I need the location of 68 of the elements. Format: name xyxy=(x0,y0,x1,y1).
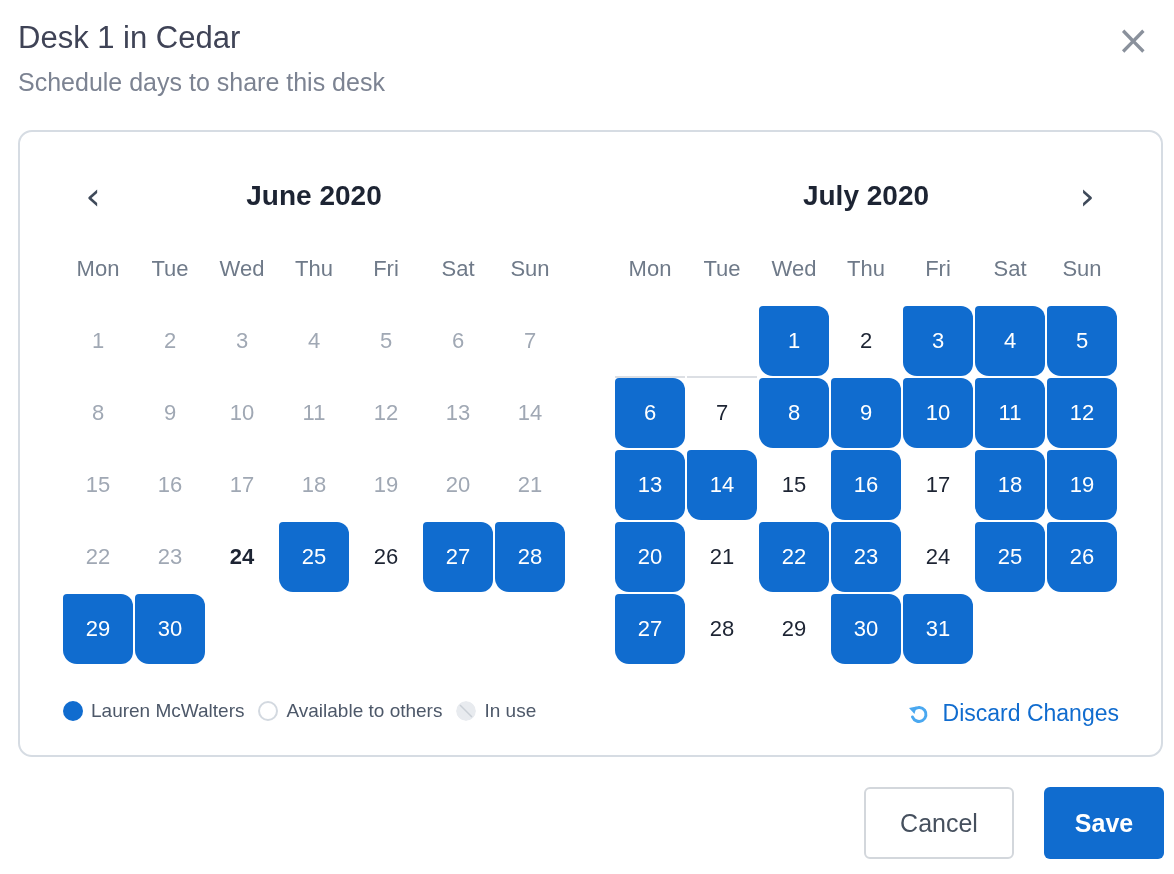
day-cell[interactable]: 29 xyxy=(759,594,829,664)
weekday-label: Mon xyxy=(627,255,673,283)
weekday-label: Sun xyxy=(1061,255,1103,283)
day-cell[interactable]: 28 xyxy=(687,594,757,664)
weekday-label: Fri xyxy=(372,255,400,283)
day-cell[interactable]: 9 xyxy=(831,378,901,448)
cancel-button[interactable]: Cancel xyxy=(864,787,1014,859)
weekday-label: Thu xyxy=(294,255,334,283)
legend-dot-icon xyxy=(63,700,83,721)
weekday-label: Mon xyxy=(75,255,121,283)
hatched-circle-icon xyxy=(456,700,477,721)
day-cell[interactable]: 31 xyxy=(903,594,973,664)
day-cell[interactable]: 15 xyxy=(759,450,829,520)
weekday-label: Wed xyxy=(218,255,266,283)
day-cell[interactable]: 13 xyxy=(615,450,685,520)
day-cell[interactable]: 30 xyxy=(135,594,205,664)
weekday-label: Sun xyxy=(509,255,551,283)
weekday-label: Thu xyxy=(846,255,886,283)
day-cell[interactable]: 18 xyxy=(975,450,1045,520)
dialog-subtitle: Schedule days to share this desk xyxy=(18,67,385,98)
day-cell[interactable]: 11 xyxy=(975,378,1045,448)
weekday-label: Sat xyxy=(440,255,476,283)
day-cell[interactable]: 2 xyxy=(831,306,901,376)
day-cell[interactable]: 8 xyxy=(759,378,829,448)
day-cell[interactable]: 23 xyxy=(831,522,901,592)
day-cell[interactable]: 27 xyxy=(615,594,685,664)
weekday-label: Tue xyxy=(150,255,190,283)
day-cell[interactable]: 6 xyxy=(615,378,685,448)
day-cell[interactable]: 5 xyxy=(1047,306,1117,376)
day-cell[interactable]: 14 xyxy=(687,450,757,520)
day-cell[interactable]: 1 xyxy=(759,306,829,376)
day-cell[interactable]: 30 xyxy=(831,594,901,664)
day-cell[interactable]: 19 xyxy=(1047,450,1117,520)
legend-label: In use xyxy=(484,699,537,722)
discard-changes-button[interactable]: Discard Changes xyxy=(906,700,1119,727)
day-cell[interactable]: 12 xyxy=(1047,378,1117,448)
day-cell[interactable]: 4 xyxy=(975,306,1045,376)
day-cell[interactable]: 24 xyxy=(207,522,277,592)
weekday-label: Wed xyxy=(770,255,818,283)
day-cell[interactable]: 29 xyxy=(63,594,133,664)
previous-month-button[interactable]: ‹ xyxy=(63,174,123,218)
day-cell[interactable]: 7 xyxy=(687,378,757,448)
day-cell[interactable]: 26 xyxy=(351,522,421,592)
weekday-label: Tue xyxy=(702,255,742,283)
legend-label: Available to others xyxy=(286,699,443,722)
day-cell[interactable]: 20 xyxy=(615,522,685,592)
day-cell[interactable]: 24 xyxy=(903,522,973,592)
month-title: July 2020 xyxy=(802,180,930,212)
day-cell[interactable]: 27 xyxy=(423,522,493,592)
day-cell[interactable]: 21 xyxy=(687,522,757,592)
day-cell[interactable]: 10 xyxy=(903,378,973,448)
next-month-button[interactable]: › xyxy=(1057,174,1117,218)
weekday-label: Sat xyxy=(992,255,1028,283)
dialog-title: Desk 1 in Cedar xyxy=(18,19,242,57)
day-cell[interactable]: 25 xyxy=(975,522,1045,592)
weekday-label: Fri xyxy=(924,255,952,283)
day-cell[interactable]: 3 xyxy=(903,306,973,376)
day-cell[interactable]: 28 xyxy=(495,522,565,592)
month-title: June 2020 xyxy=(246,180,382,212)
close-button[interactable]: × xyxy=(1102,20,1164,60)
day-cell[interactable]: 26 xyxy=(1047,522,1117,592)
day-cell[interactable]: 22 xyxy=(759,522,829,592)
day-cell[interactable]: 25 xyxy=(279,522,349,592)
save-button[interactable]: Save xyxy=(1044,787,1164,859)
day-cell[interactable]: 17 xyxy=(903,450,973,520)
day-cell[interactable]: 16 xyxy=(831,450,901,520)
legend-circle-icon xyxy=(258,700,279,721)
legend-label: Lauren McWalters xyxy=(91,699,245,722)
